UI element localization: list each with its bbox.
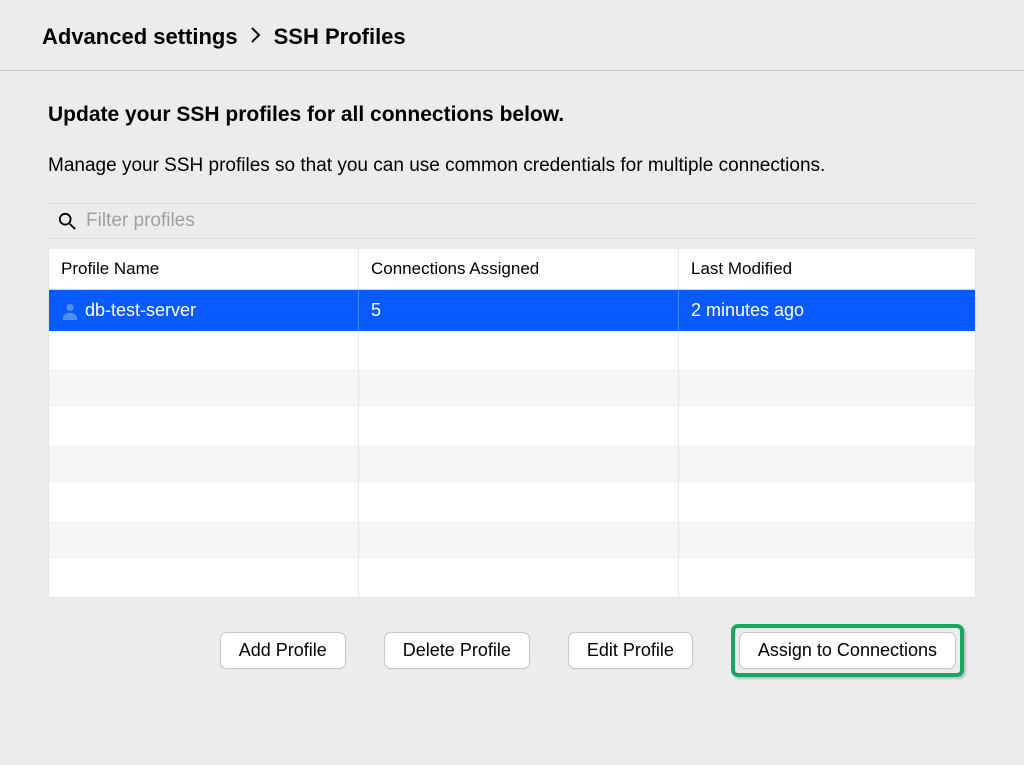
breadcrumb-current: SSH Profiles [274, 24, 406, 50]
cell-modified: 2 minutes ago [679, 290, 975, 331]
add-profile-button[interactable]: Add Profile [220, 632, 346, 669]
table-row-empty [49, 559, 975, 597]
filter-bar [48, 203, 976, 239]
assign-to-connections-button[interactable]: Assign to Connections [739, 632, 956, 669]
breadcrumb-parent[interactable]: Advanced settings [42, 24, 238, 50]
search-icon [58, 212, 76, 230]
breadcrumb: Advanced settings SSH Profiles [0, 0, 1024, 71]
table-header-row: Profile Name Connections Assigned Last M… [49, 249, 975, 290]
chevron-right-icon [250, 26, 262, 49]
delete-profile-button[interactable]: Delete Profile [384, 632, 530, 669]
column-header-connections[interactable]: Connections Assigned [359, 249, 679, 289]
column-header-name[interactable]: Profile Name [49, 249, 359, 289]
table-row[interactable]: db-test-server 5 2 minutes ago [49, 290, 975, 331]
cell-connections: 5 [359, 290, 679, 331]
column-header-modified[interactable]: Last Modified [679, 249, 975, 289]
highlight-box: Assign to Connections [731, 624, 964, 677]
profiles-table: Profile Name Connections Assigned Last M… [48, 249, 976, 598]
edit-profile-button[interactable]: Edit Profile [568, 632, 693, 669]
button-bar: Add Profile Delete Profile Edit Profile … [48, 598, 976, 669]
table-row-empty [49, 483, 975, 521]
profile-name-text: db-test-server [85, 300, 196, 321]
table-row-empty [49, 331, 975, 369]
table-row-empty [49, 369, 975, 407]
cell-profile-name: db-test-server [49, 290, 359, 331]
table-row-empty [49, 521, 975, 559]
page-subtitle: Manage your SSH profiles so that you can… [48, 155, 976, 177]
table-row-empty [49, 407, 975, 445]
filter-input[interactable] [86, 210, 966, 232]
page-title: Update your SSH profiles for all connect… [48, 103, 976, 127]
user-icon [61, 302, 79, 320]
table-row-empty [49, 445, 975, 483]
